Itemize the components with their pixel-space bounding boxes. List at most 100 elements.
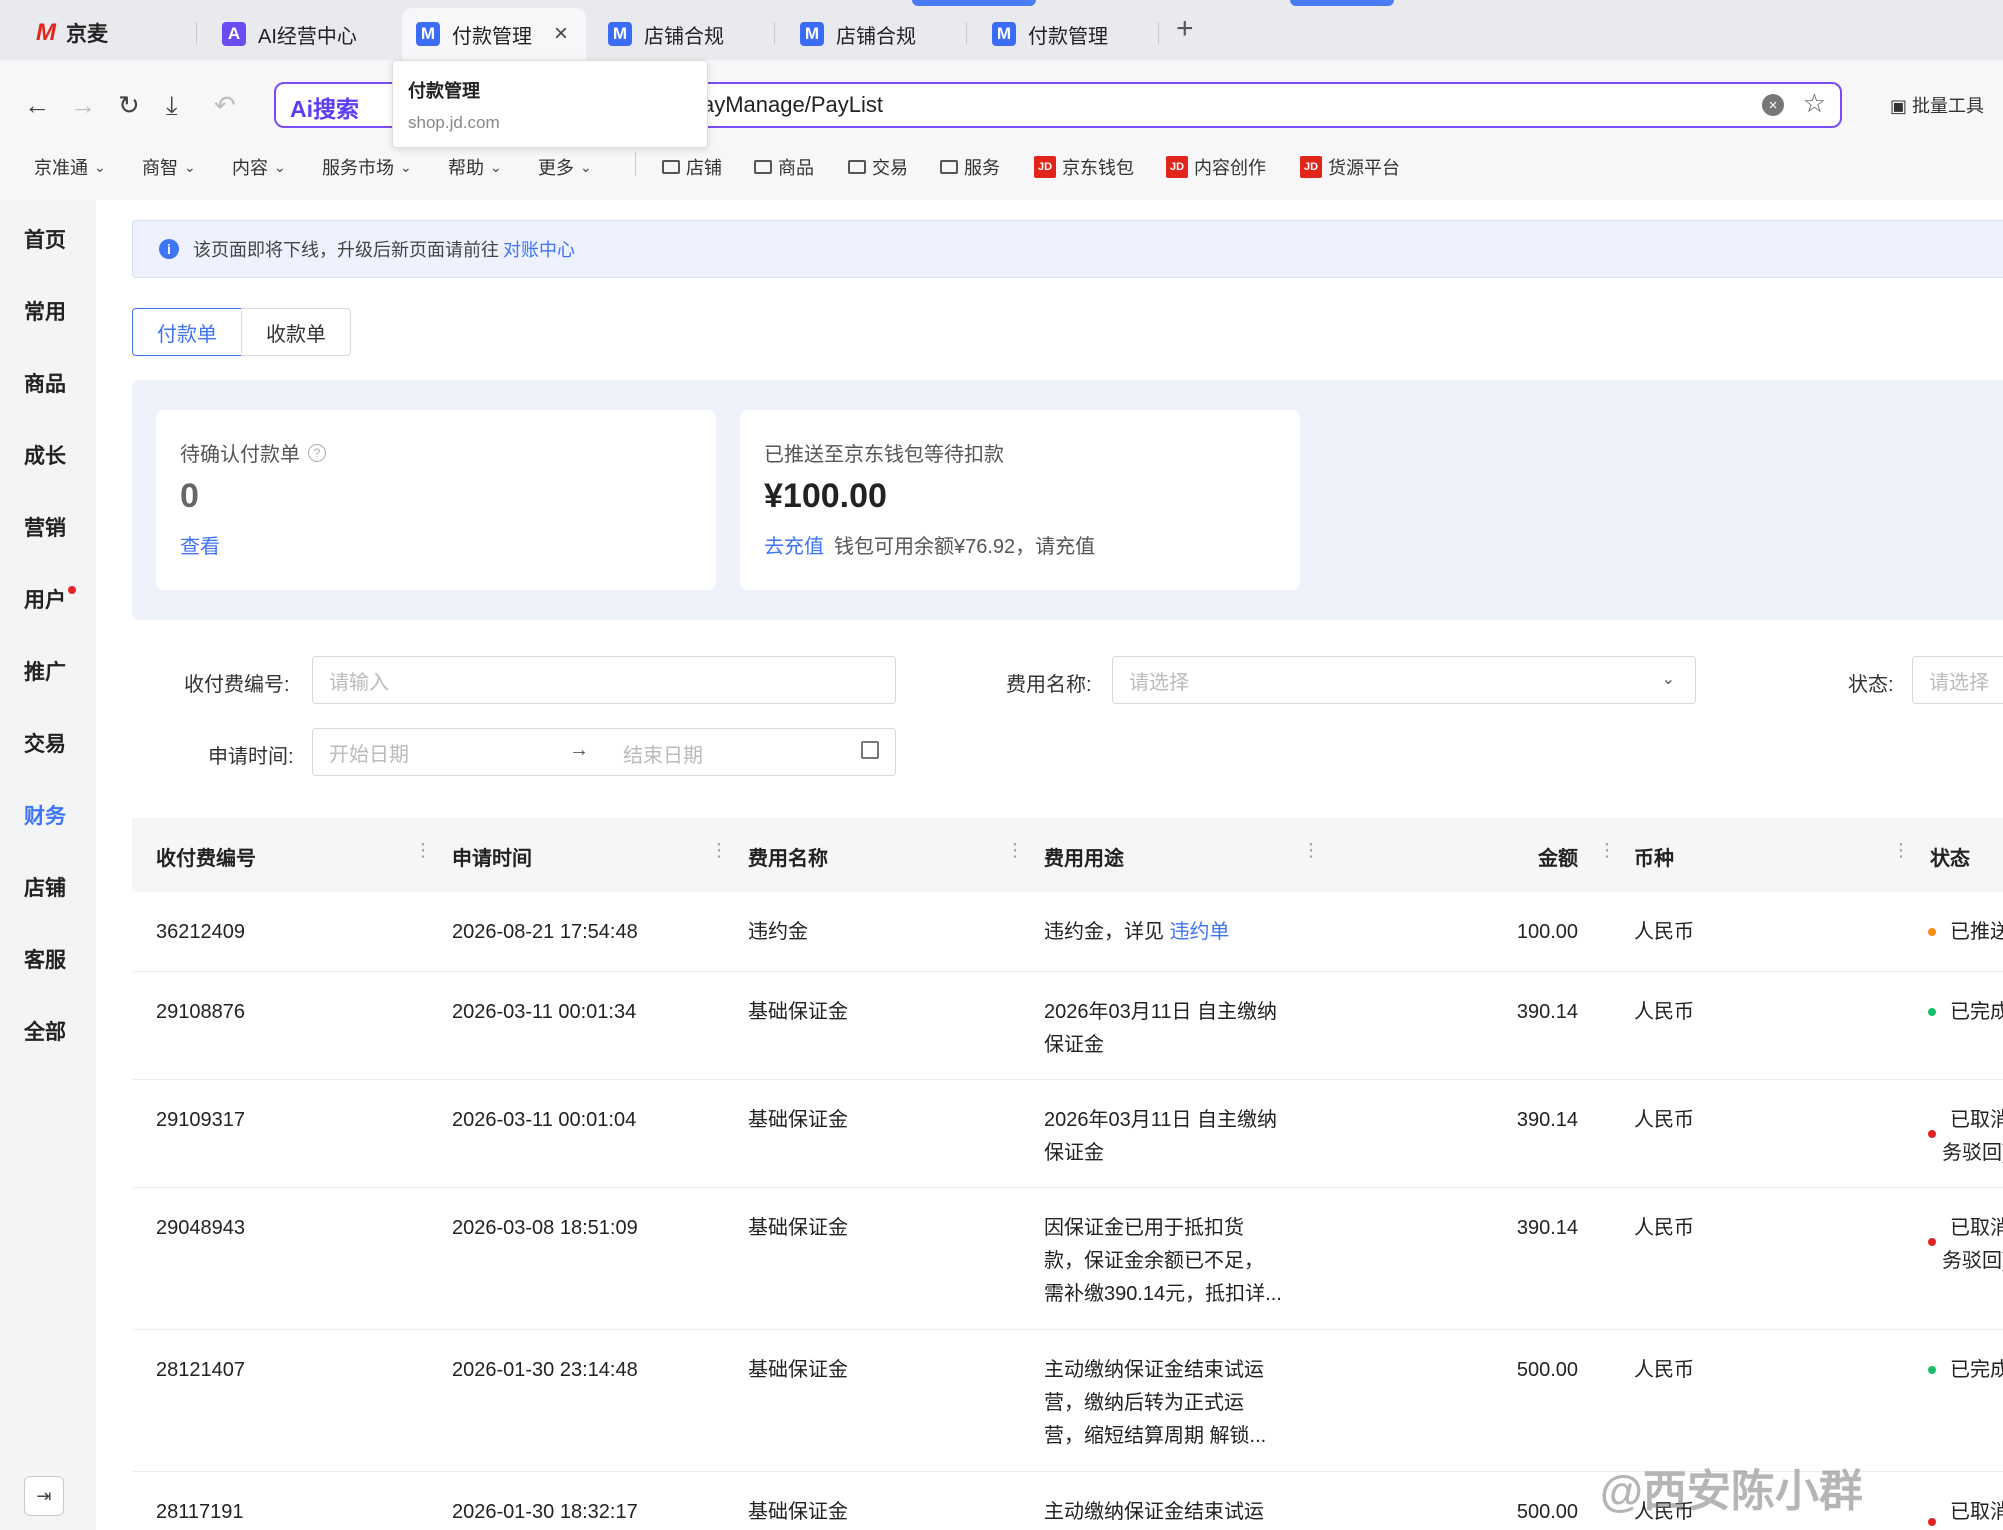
violation-order-link[interactable]: 违约单 [1170, 921, 1230, 943]
cell-status: 已取消 [1950, 1501, 2003, 1523]
sidebar-item-marketing[interactable]: 营销 [24, 512, 66, 542]
fee-no-input[interactable]: 请输入 [312, 656, 896, 704]
column-menu-icon[interactable]: ⋮ [1892, 840, 1910, 861]
bookmark-menu-more[interactable]: 更多 ⌄ [538, 154, 592, 180]
column-menu-icon[interactable]: ⋮ [1006, 840, 1024, 861]
tab-payment-orders[interactable]: 付款单 [132, 308, 242, 356]
bookmark-folder-service[interactable]: 服务 [940, 154, 1000, 180]
bookmark-label: 更多 [538, 158, 574, 178]
cell-apply-time: 2026-03-11 00:01:04 [452, 1109, 637, 1131]
sidebar-item-customer-service[interactable]: 客服 [24, 944, 66, 974]
tab-separator [196, 22, 197, 44]
jingmai-logo-icon: M [36, 19, 56, 46]
bulk-tools-button[interactable]: ▣ 批量工具 [1890, 92, 1984, 118]
status-dot [1928, 1130, 1936, 1138]
pushed-wallet-card: 已推送至京东钱包等待扣款 ¥100.00 去充值 钱包可用余额¥76.92，请充值 [740, 410, 1300, 590]
status-dot [1928, 1238, 1936, 1246]
sidebar-item-all[interactable]: 全部 [24, 1016, 66, 1046]
table-header: 收付费编号 ⋮ 申请时间 ⋮ 费用名称 ⋮ 费用用途 ⋮ 金额 ⋮ 币种 ⋮ 状… [132, 818, 2003, 892]
bookmark-label: 京准通 [34, 158, 88, 178]
cell-fee-no: 29048943 [156, 1217, 245, 1239]
bookmark-menu-content[interactable]: 内容 ⌄ [232, 154, 286, 180]
sidebar-item-users[interactable]: 用户 [24, 584, 66, 614]
help-icon[interactable]: ? [308, 443, 326, 462]
tab-receipt-orders[interactable]: 收款单 [241, 308, 351, 356]
tab-label: 店铺合规 [644, 25, 724, 48]
ai-search-button[interactable]: Ai搜索 [290, 90, 359, 124]
download-icon[interactable]: ⤓ [166, 90, 178, 122]
status-select[interactable]: 请选择 [1912, 656, 2003, 704]
cell-amount: 100.00 [1516, 921, 1578, 943]
back-icon[interactable]: ← [24, 90, 50, 121]
usage-line: 保证金 [1044, 1034, 1104, 1056]
bookmark-label: 京东钱包 [1062, 158, 1134, 178]
table-row[interactable]: 36212409 2026-08-21 17:54:48 违约金 违约金，详见 … [132, 892, 2003, 972]
tab-store-compliance-2[interactable]: M 店铺合规 [800, 8, 970, 60]
cell-amount: 390.14 [1516, 1109, 1578, 1131]
column-menu-icon[interactable]: ⋮ [1302, 840, 1320, 861]
app-brand[interactable]: M 京麦 [36, 18, 108, 48]
tab-label: 付款管理 [452, 25, 532, 48]
close-icon[interactable]: × [554, 20, 568, 48]
bulk-tools-label: 批量工具 [1912, 96, 1985, 116]
undo-icon[interactable]: ↶ [214, 90, 236, 121]
column-menu-icon[interactable]: ⋮ [414, 840, 432, 861]
tab-store-compliance[interactable]: M 店铺合规 [608, 8, 778, 60]
tab-payment-management-2[interactable]: M 付款管理 [992, 8, 1162, 60]
forward-icon[interactable]: → [70, 90, 96, 121]
sidebar-item-home[interactable]: 首页 [24, 224, 66, 254]
sidebar-item-product[interactable]: 商品 [24, 368, 66, 398]
tab-ai-center[interactable]: A AI经营中心 [222, 8, 392, 60]
usage-line: 主动缴纳保证金结束试运 [1044, 1359, 1264, 1381]
bookmark-menu-jingzhuntong[interactable]: 京准通 ⌄ [34, 154, 106, 180]
bookmark-folder-store[interactable]: 店铺 [662, 154, 722, 180]
fee-name-select[interactable]: 请选择 ⌄ [1112, 656, 1696, 704]
sidebar-item-finance[interactable]: 财务 [24, 800, 66, 830]
cell-fee-name: 违约金 [748, 921, 808, 943]
table-row[interactable]: 28121407 2026-01-30 23:14:48 基础保证金 主动缴纳保… [132, 1330, 2003, 1472]
apply-time-range-picker[interactable]: 开始日期 → 结束日期 [312, 728, 896, 776]
cell-fee-no: 28121407 [156, 1359, 245, 1381]
bookmark-folder-product[interactable]: 商品 [754, 154, 814, 180]
cell-apply-time: 2026-08-21 17:54:48 [452, 921, 638, 943]
table-row[interactable]: 29109317 2026-03-11 00:01:04 基础保证金 2026年… [132, 1080, 2003, 1188]
new-tab-button[interactable]: + [1176, 12, 1194, 46]
folder-icon [940, 160, 958, 174]
sidebar-item-store[interactable]: 店铺 [24, 872, 66, 902]
view-link[interactable]: 查看 [180, 536, 220, 558]
bookmark-folder-trade[interactable]: 交易 [848, 154, 908, 180]
bookmark-supply-platform[interactable]: JD 货源平台 [1300, 154, 1400, 180]
clear-icon[interactable]: × [1762, 94, 1784, 116]
reload-icon[interactable]: ↻ [118, 90, 140, 121]
usage-line: 因保证金已用于抵扣货 [1044, 1217, 1244, 1239]
bookmark-content-creation[interactable]: JD 内容创作 [1166, 154, 1266, 180]
sidebar-item-trade[interactable]: 交易 [24, 728, 66, 758]
cell-fee-no: 29109317 [156, 1109, 245, 1131]
star-icon[interactable]: ☆ [1803, 88, 1826, 119]
bookmark-menu-service-market[interactable]: 服务市场 ⌄ [322, 154, 412, 180]
cell-apply-time: 2026-01-30 23:14:48 [452, 1359, 638, 1381]
recharge-link[interactable]: 去充值 [764, 536, 824, 558]
fee-name-placeholder: 请选择 [1129, 671, 1189, 694]
tab-payment-management[interactable]: M 付款管理 × [402, 8, 586, 60]
watermark: @西安陈小群 [1600, 1467, 1863, 1516]
status-label: 状态: [1848, 674, 1894, 696]
reconciliation-center-link[interactable]: 对账中心 [503, 236, 575, 262]
bookmark-menu-help[interactable]: 帮助 ⌄ [448, 154, 502, 180]
status-dot [1928, 1008, 1936, 1016]
cell-fee-no: 36212409 [156, 921, 245, 943]
sidebar-item-promotion[interactable]: 推广 [24, 656, 66, 686]
column-menu-icon[interactable]: ⋮ [710, 840, 728, 861]
sidebar-item-common[interactable]: 常用 [24, 296, 66, 326]
usage-line: 2026年03月11日 自主缴纳 [1044, 1001, 1278, 1023]
sidebar-collapse-button[interactable]: ⇥ [24, 1476, 64, 1516]
sidebar-item-growth[interactable]: 成长 [24, 440, 66, 470]
url-text[interactable]: ayManage/PayList [702, 92, 883, 118]
table-row[interactable]: 29108876 2026-03-11 00:01:34 基础保证金 2026年… [132, 972, 2003, 1080]
bookmark-menu-shangzhi[interactable]: 商智 ⌄ [142, 154, 196, 180]
end-date-placeholder: 结束日期 [623, 745, 703, 767]
table-row[interactable]: 29048943 2026-03-08 18:51:09 基础保证金 因保证金已… [132, 1188, 2003, 1330]
bookmark-label: 内容创作 [1194, 158, 1266, 178]
bookmark-jd-wallet[interactable]: JD 京东钱包 [1034, 154, 1134, 180]
column-menu-icon[interactable]: ⋮ [1598, 840, 1616, 861]
